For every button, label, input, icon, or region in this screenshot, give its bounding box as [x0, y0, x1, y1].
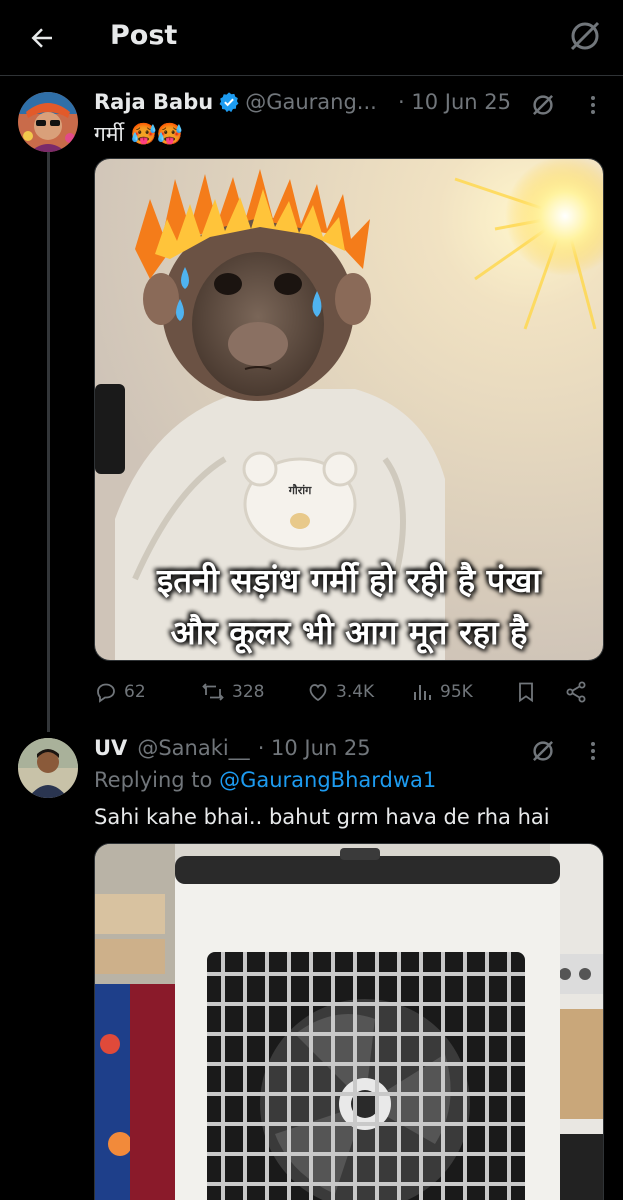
replying-to-line: Replying to @GaurangBhardwa1: [94, 768, 436, 792]
bookmark-button[interactable]: [514, 672, 544, 712]
author-row: Raja Babu @Gaurang...: [94, 90, 377, 114]
top-bar: Post: [0, 0, 623, 76]
post-date[interactable]: · 10 Jun 25: [398, 90, 511, 114]
reply-author-name[interactable]: UV: [94, 736, 127, 760]
grok-post-button[interactable]: [528, 90, 558, 120]
post-text: गर्मी 🥵🥵: [94, 122, 183, 146]
post-actions: 62 328 3.4K 95K: [94, 672, 604, 712]
reply-avatar[interactable]: [18, 738, 78, 798]
thread-connector-line: [47, 152, 50, 732]
grok-button[interactable]: [565, 16, 605, 56]
replying-to-label: Replying to: [94, 768, 213, 792]
share-icon: [566, 681, 586, 703]
replying-to-handle[interactable]: @GaurangBhardwa1: [219, 768, 436, 792]
grok-icon: [533, 741, 553, 761]
more-vertical-icon: [591, 742, 595, 760]
reply-button[interactable]: 62: [94, 672, 146, 712]
reply-count: 62: [124, 682, 146, 702]
repost-button[interactable]: 328: [200, 672, 264, 712]
verified-badge-icon: [218, 91, 240, 113]
reply-date[interactable]: · 10 Jun 25: [258, 736, 371, 760]
bookmark-icon: [519, 682, 533, 703]
reply-author-row: UV @Sanaki__ · 10 Jun 25: [94, 736, 371, 760]
post-date-row: · 10 Jun 25: [398, 90, 511, 114]
grok-icon: [570, 21, 600, 51]
post-image[interactable]: गौरांग इतनी सड़ांध गर्मी हो रही है पंखा …: [94, 158, 604, 661]
views-count: 95K: [440, 682, 473, 702]
author-handle[interactable]: @Gaurang...: [245, 90, 377, 114]
repost-count: 328: [232, 682, 265, 702]
shirt-text: गौरांग: [288, 483, 312, 497]
like-count: 3.4K: [336, 682, 375, 702]
author-name[interactable]: Raja Babu: [94, 90, 213, 114]
more-button[interactable]: [578, 90, 608, 120]
air-cooler-image: [95, 844, 603, 1200]
meme-caption-line-1: इतनी सड़ांध गर्मी हो रही है पंखा: [157, 561, 541, 600]
back-button[interactable]: [22, 18, 62, 58]
arrow-left-icon: [31, 28, 52, 48]
page-title: Post: [110, 20, 178, 51]
views-button[interactable]: 95K: [410, 672, 473, 712]
reply-author-handle[interactable]: @Sanaki__: [137, 736, 249, 760]
reply-text: Sahi kahe bhai.. bahut grm hava de rha h…: [94, 805, 550, 829]
repost-icon: [202, 683, 224, 701]
more-vertical-icon: [591, 96, 595, 114]
reply-icon: [97, 683, 115, 703]
like-button[interactable]: 3.4K: [306, 672, 374, 712]
reply-grok-button[interactable]: [528, 736, 558, 766]
grok-icon: [533, 95, 553, 115]
meme-caption-line-2: और कूलर भी आग मूत रहा है: [170, 613, 528, 652]
reply-more-button[interactable]: [578, 736, 608, 766]
reply-image[interactable]: [94, 843, 604, 1200]
views-icon: [414, 685, 431, 700]
share-button[interactable]: [564, 672, 594, 712]
heart-icon: [309, 684, 327, 702]
avatar[interactable]: [18, 92, 78, 152]
